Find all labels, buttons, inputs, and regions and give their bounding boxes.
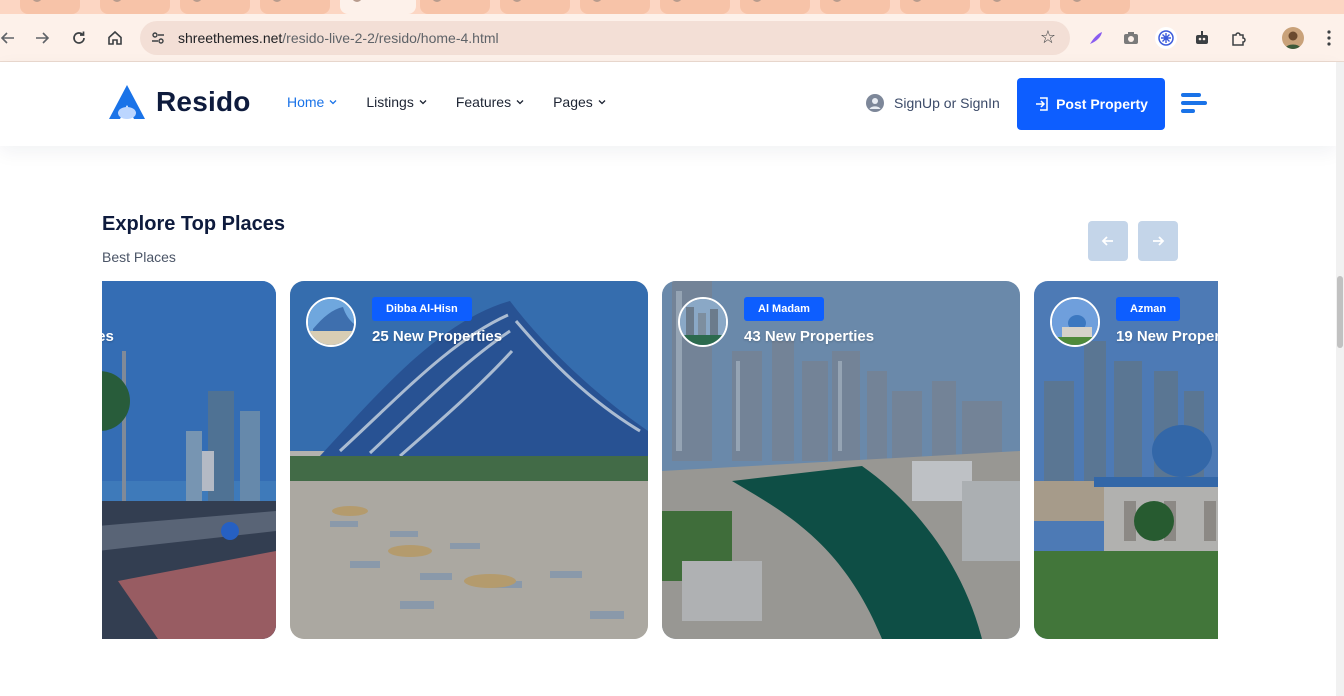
tab-favicon-icon bbox=[192, 0, 202, 2]
tab-favicon-icon bbox=[352, 0, 362, 2]
place-count: 19 New Properties bbox=[1116, 328, 1218, 345]
place-name-badge: Azman bbox=[1116, 297, 1181, 321]
scrollbar-thumb[interactable] bbox=[1337, 276, 1343, 348]
browser-tab-strip bbox=[0, 0, 1344, 14]
tab-favicon-icon bbox=[512, 0, 522, 2]
post-property-button[interactable]: Post Property bbox=[1017, 78, 1165, 130]
section-subtitle: Best Places bbox=[102, 249, 176, 265]
site-info-icon[interactable] bbox=[150, 30, 166, 46]
nav-item-features[interactable]: Features bbox=[456, 94, 525, 110]
section-title: Explore Top Places bbox=[102, 213, 286, 235]
tab-favicon-icon bbox=[112, 0, 122, 2]
chevron-down-icon bbox=[419, 100, 427, 105]
tab-favicon-icon bbox=[1072, 0, 1082, 2]
arrow-left-icon bbox=[1101, 236, 1113, 246]
tab-favicon-icon bbox=[992, 0, 1002, 2]
site-logo[interactable]: Resido bbox=[106, 82, 251, 122]
tab-favicon-icon bbox=[752, 0, 762, 2]
url-host: shreethemes.net bbox=[178, 30, 283, 46]
carousel-prev-button[interactable] bbox=[1088, 221, 1128, 261]
nav-item-listings[interactable]: Listings bbox=[366, 94, 427, 110]
arrow-left-icon bbox=[0, 32, 14, 44]
user-icon bbox=[866, 94, 884, 112]
place-card[interactable]: Al Madam 43 New Properties bbox=[662, 281, 1020, 639]
browser-tab[interactable] bbox=[420, 0, 490, 14]
url-path: /resido-live-2-2/resido/home-4.html bbox=[282, 30, 499, 46]
browser-tab[interactable] bbox=[180, 0, 250, 14]
place-card[interactable]: Azman 19 New Properties bbox=[1034, 281, 1218, 639]
place-thumbnail bbox=[678, 297, 728, 347]
reload-icon bbox=[73, 31, 85, 44]
tab-favicon-icon bbox=[32, 0, 42, 2]
signin-link[interactable]: SignUp or SignIn bbox=[866, 94, 1000, 112]
browser-tab[interactable] bbox=[500, 0, 570, 14]
browser-tab[interactable] bbox=[820, 0, 890, 14]
address-bar[interactable]: shreethemes.net/resido-live-2-2/resido/h… bbox=[140, 21, 1070, 55]
nav-item-label: Features bbox=[455, 94, 512, 110]
nav-item-home[interactable]: Home bbox=[287, 94, 338, 110]
place-count: 43 New Properties bbox=[744, 328, 875, 345]
tab-favicon-icon bbox=[432, 0, 442, 2]
logo-mark-icon bbox=[109, 85, 145, 119]
tab-favicon-icon bbox=[592, 0, 602, 2]
reload-button[interactable] bbox=[67, 26, 91, 50]
place-count: ties bbox=[102, 328, 114, 345]
browser-tab[interactable] bbox=[660, 0, 730, 14]
browser-tab[interactable] bbox=[580, 0, 650, 14]
forward-button[interactable] bbox=[30, 26, 54, 50]
extensions-puzzle-icon[interactable] bbox=[1228, 27, 1250, 49]
page-scrollbar[interactable] bbox=[1336, 62, 1344, 696]
tab-favicon-icon bbox=[832, 0, 842, 2]
places-carousel[interactable]: ties Dibba Al-Hisn 25 N bbox=[102, 281, 1218, 639]
nav-item-label: Pages bbox=[553, 94, 593, 110]
nav-item-label: Listings bbox=[366, 94, 414, 110]
tab-favicon-icon bbox=[912, 0, 922, 2]
browser-tab[interactable] bbox=[260, 0, 330, 14]
home-button[interactable] bbox=[103, 26, 127, 50]
place-thumbnail bbox=[1050, 297, 1100, 347]
browser-tab[interactable] bbox=[20, 0, 80, 14]
url-text: shreethemes.net/resido-live-2-2/resido/h… bbox=[178, 30, 499, 46]
login-icon bbox=[1036, 97, 1048, 111]
signin-label: SignUp or SignIn bbox=[894, 95, 1000, 111]
chevron-down-icon bbox=[516, 100, 524, 105]
tab-favicon-icon bbox=[672, 0, 682, 2]
main-nav: Home Listings Features Pages bbox=[287, 94, 635, 110]
back-button[interactable] bbox=[0, 26, 20, 50]
browser-tab[interactable] bbox=[100, 0, 170, 14]
extension-robot-icon[interactable] bbox=[1191, 27, 1213, 49]
extension-camera-icon[interactable] bbox=[1120, 27, 1142, 49]
nav-item-label: Home bbox=[287, 94, 325, 110]
arrow-right-icon bbox=[1153, 236, 1165, 246]
browser-tab[interactable] bbox=[740, 0, 810, 14]
post-property-label: Post Property bbox=[1056, 96, 1148, 112]
extension-spark-icon[interactable] bbox=[1155, 27, 1177, 49]
carousel-next-button[interactable] bbox=[1138, 221, 1178, 261]
tab-favicon-icon bbox=[272, 0, 282, 2]
browser-toolbar: shreethemes.net/resido-live-2-2/resido/h… bbox=[0, 14, 1344, 62]
site-header: Resido Home Listings Features Pages Sign… bbox=[0, 62, 1336, 146]
logo-text: Resido bbox=[156, 86, 251, 117]
nav-item-pages[interactable]: Pages bbox=[553, 94, 607, 110]
place-card[interactable]: ties bbox=[102, 281, 276, 639]
browser-tab[interactable] bbox=[900, 0, 970, 14]
browser-tab[interactable] bbox=[980, 0, 1050, 14]
home-icon bbox=[108, 30, 122, 45]
place-thumbnail bbox=[306, 297, 356, 347]
place-name-badge: Dibba Al-Hisn bbox=[372, 297, 472, 321]
profile-avatar[interactable] bbox=[1282, 27, 1304, 49]
browser-menu-kebab-icon[interactable] bbox=[1318, 27, 1340, 49]
arrow-right-icon bbox=[36, 32, 50, 44]
menu-icon[interactable] bbox=[1181, 92, 1207, 116]
extension-feather-icon[interactable] bbox=[1085, 27, 1107, 49]
bookmark-star-icon[interactable]: ☆ bbox=[1040, 27, 1056, 48]
browser-tab[interactable] bbox=[1060, 0, 1130, 14]
place-count: 25 New Properties bbox=[372, 328, 503, 345]
browser-tab-active[interactable] bbox=[340, 0, 416, 14]
chevron-down-icon bbox=[329, 100, 337, 105]
chevron-down-icon bbox=[598, 100, 606, 105]
place-name-badge: Al Madam bbox=[744, 297, 824, 321]
place-card[interactable]: Dibba Al-Hisn 25 New Properties bbox=[290, 281, 648, 639]
